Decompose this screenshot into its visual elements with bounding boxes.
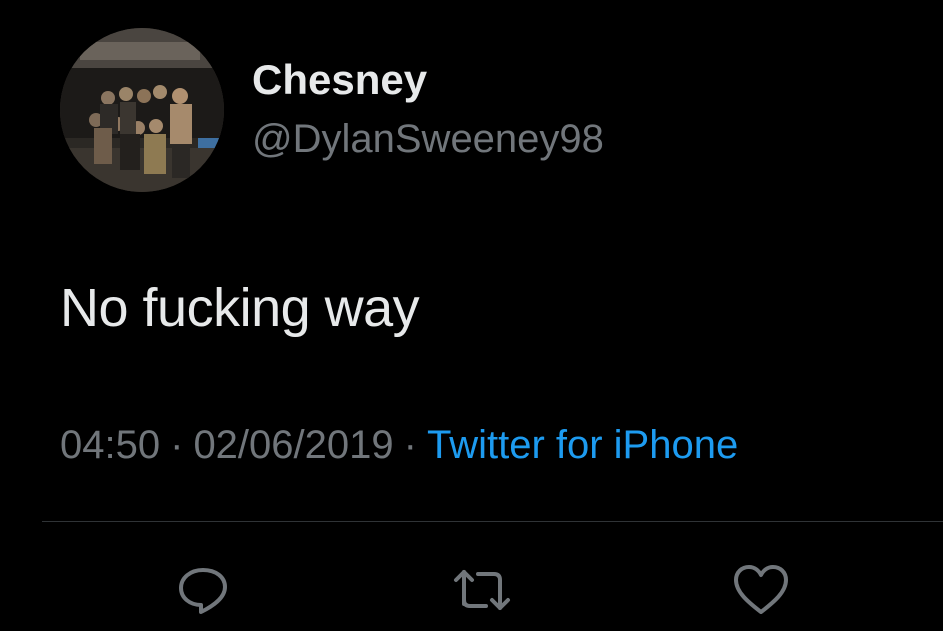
display-name[interactable]: Chesney bbox=[252, 56, 427, 104]
reply-icon bbox=[173, 560, 233, 620]
reply-button[interactable] bbox=[168, 555, 238, 625]
tweet-card: Chesney @DylanSweeney98 No fucking way 0… bbox=[0, 0, 943, 631]
retweet-icon bbox=[450, 560, 514, 620]
tweet-actions bbox=[0, 555, 943, 625]
meta-separator: · bbox=[403, 423, 417, 467]
meta-separator: · bbox=[170, 423, 184, 467]
tweet-text: No fucking way bbox=[60, 278, 420, 338]
tweet-time[interactable]: 04:50 bbox=[60, 423, 160, 467]
tweet-date[interactable]: 02/06/2019 bbox=[193, 423, 393, 467]
tweet-meta: 04:50 · 02/06/2019 · Twitter for iPhone bbox=[60, 420, 738, 470]
heart-icon bbox=[730, 560, 792, 620]
group-photo-avatar-image bbox=[60, 28, 224, 192]
tweet-source-link[interactable]: Twitter for iPhone bbox=[427, 423, 738, 467]
user-handle[interactable]: @DylanSweeney98 bbox=[252, 116, 604, 162]
retweet-button[interactable] bbox=[447, 555, 517, 625]
avatar[interactable] bbox=[60, 28, 224, 192]
divider bbox=[42, 521, 943, 522]
like-button[interactable] bbox=[726, 555, 796, 625]
